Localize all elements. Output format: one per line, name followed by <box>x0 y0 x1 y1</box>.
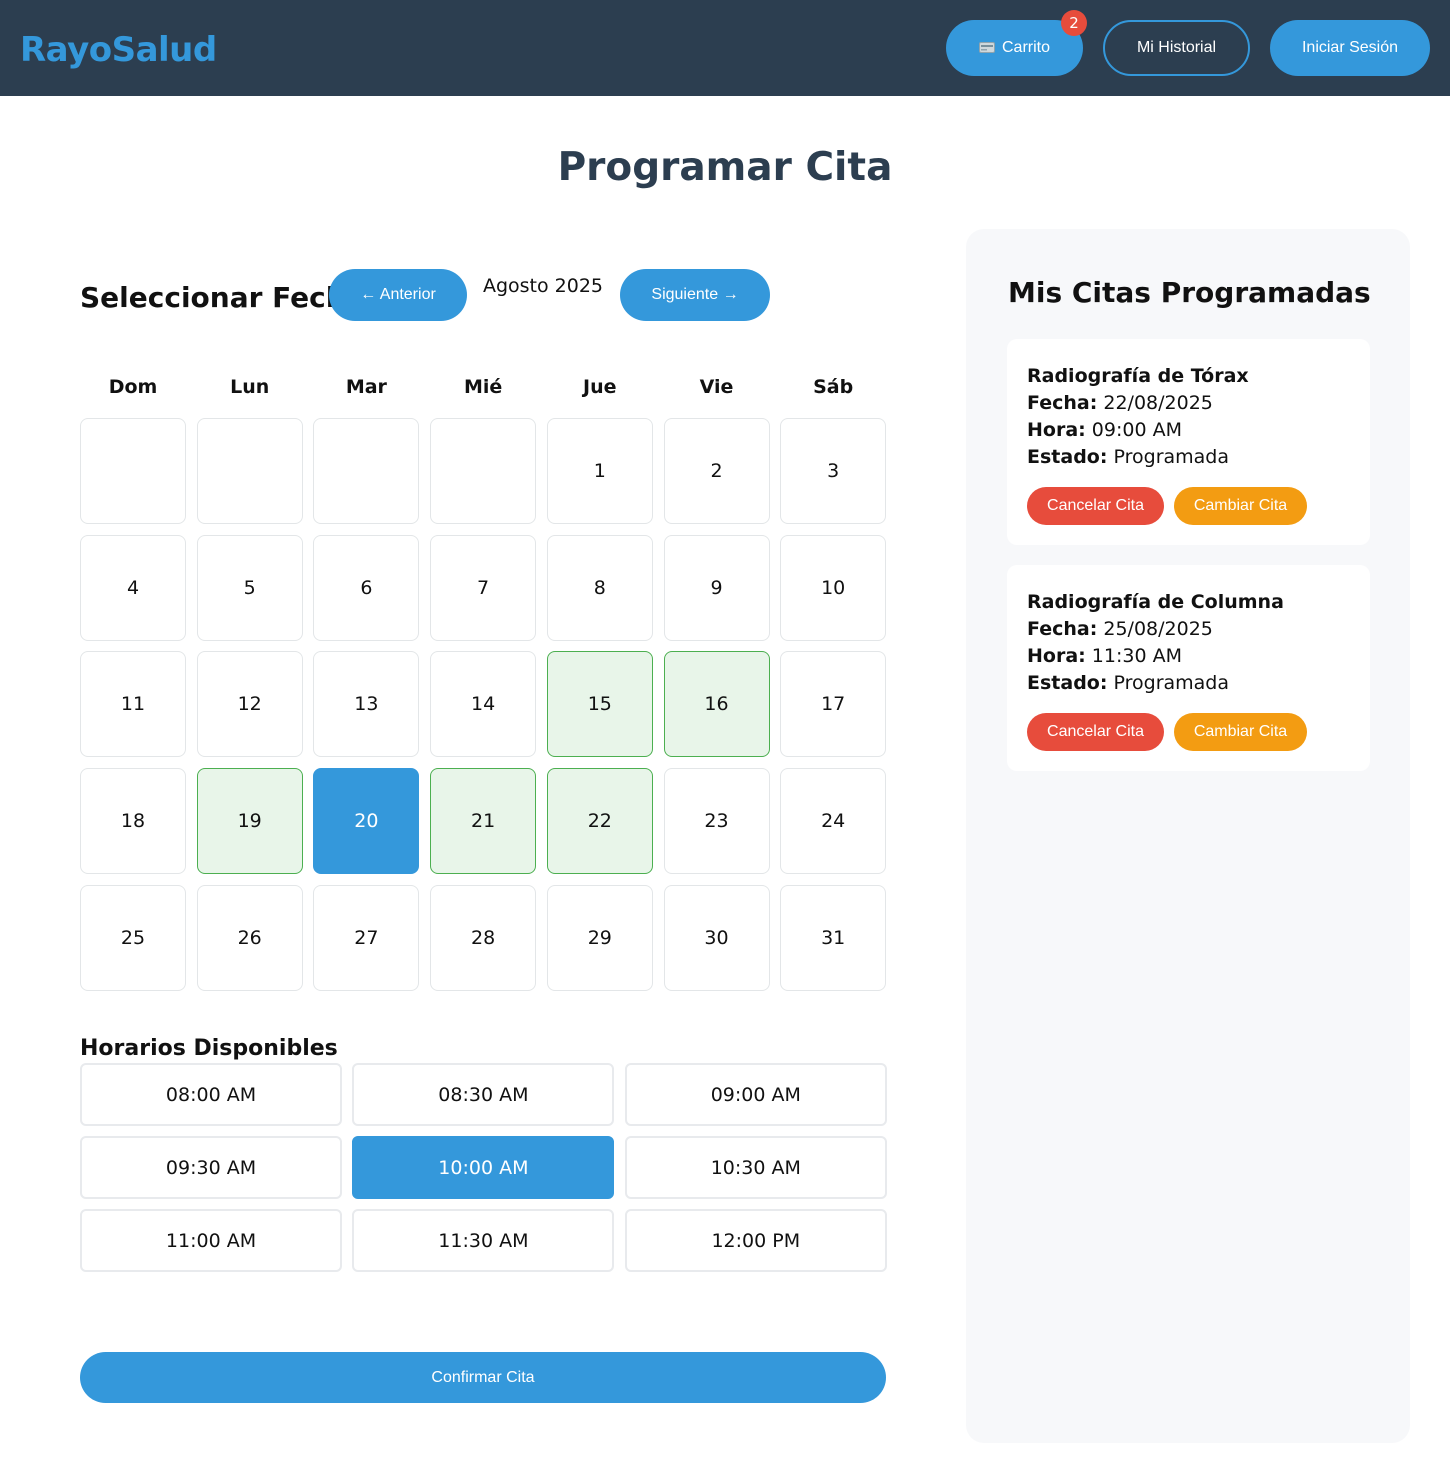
cancel-appointment-button[interactable]: Cancelar Cita <box>1027 487 1164 525</box>
calendar-day[interactable]: 12 <box>196 651 303 758</box>
weekday-header: Jue <box>583 376 617 398</box>
weekday-header: Dom <box>108 376 158 398</box>
calendar-day[interactable]: 8 <box>546 534 653 641</box>
month-label: Agosto 2025 <box>482 275 604 297</box>
history-button[interactable]: Mi Historial <box>1103 20 1250 76</box>
cart-label: Carrito <box>1001 39 1050 56</box>
appointments-panel-title: Mis Citas Programadas <box>1008 276 1371 309</box>
calendar-day[interactable]: 7 <box>430 534 537 641</box>
time-slot[interactable]: 10:30 AM <box>624 1136 887 1199</box>
appointment-date: Fecha: 22/08/2025 <box>1027 392 1213 414</box>
confirm-appointment-button[interactable]: Confirmar Cita <box>80 1352 886 1403</box>
appointment-status: Estado: Programada <box>1027 446 1230 468</box>
appointment-name: Radiografía de Tórax <box>1027 365 1249 387</box>
top-navbar: RayoSalud Carrito 2 Mi Historial Iniciar… <box>0 0 1450 96</box>
calendar-day[interactable]: 16 <box>663 651 770 758</box>
calendar-empty-cell <box>196 418 303 524</box>
calendar-day[interactable]: 3 <box>780 418 887 524</box>
time-slot[interactable]: 12:00 PM <box>624 1209 887 1272</box>
time-slot[interactable]: 09:00 AM <box>624 1063 887 1126</box>
time-slots-title: Horarios Disponibles <box>80 1036 338 1061</box>
calendar-day[interactable]: 24 <box>780 768 887 875</box>
change-appointment-button[interactable]: Cambiar Cita <box>1174 713 1307 751</box>
calendar-day[interactable]: 28 <box>430 884 537 991</box>
calendar-day[interactable]: 30 <box>663 884 770 991</box>
calendar-day[interactable]: 1 <box>546 418 653 524</box>
cart-button[interactable]: Carrito 2 <box>946 10 1087 76</box>
calendar-day[interactable]: 31 <box>780 884 887 991</box>
time-slot[interactable]: 10:00 AM <box>352 1136 615 1199</box>
calendar-day[interactable]: 29 <box>546 884 653 991</box>
change-appointment-button[interactable]: Cambiar Cita <box>1174 487 1307 525</box>
calendar-day[interactable]: 20 <box>313 768 420 875</box>
time-slot[interactable]: 09:30 AM <box>80 1136 342 1199</box>
time-slot[interactable]: 11:30 AM <box>352 1209 615 1272</box>
appointment-card: Radiografía de Tórax Fecha: 22/08/2025 H… <box>1007 339 1370 545</box>
weekday-header: Mar <box>345 376 387 398</box>
cancel-appointment-button[interactable]: Cancelar Cita <box>1027 713 1164 751</box>
calendar-day[interactable]: 9 <box>663 534 770 641</box>
calendar-day[interactable]: 5 <box>196 534 303 641</box>
calendar-day[interactable]: 17 <box>780 651 887 758</box>
calendar-day[interactable]: 2 <box>663 418 770 524</box>
login-button[interactable]: Iniciar Sesión <box>1270 20 1430 76</box>
cart-count-badge: 2 <box>1061 10 1087 36</box>
calendar-section-title: Seleccionar Fecha <box>80 281 365 314</box>
next-month-button[interactable]: Siguiente → <box>620 269 770 321</box>
calendar-day[interactable]: 6 <box>313 534 420 641</box>
calendar-day[interactable]: 15 <box>546 651 653 758</box>
time-slot[interactable]: 08:00 AM <box>80 1063 342 1126</box>
calendar-day[interactable]: 13 <box>313 651 420 758</box>
appointment-time: Hora: 09:00 AM <box>1027 419 1182 441</box>
calendar-day[interactable]: 10 <box>780 534 887 641</box>
calendar-day[interactable]: 4 <box>80 534 186 641</box>
calendar-day[interactable]: 26 <box>196 884 303 991</box>
time-slot[interactable]: 11:00 AM <box>80 1209 342 1272</box>
calendar-empty-cell <box>430 418 537 524</box>
calendar-day[interactable]: 22 <box>546 768 653 875</box>
time-slot[interactable]: 08:30 AM <box>352 1063 615 1126</box>
calendar-day[interactable]: 19 <box>196 768 303 875</box>
cart-icon <box>978 41 995 53</box>
page-title: Programar Cita <box>557 145 893 190</box>
weekday-header: Lun <box>230 376 270 398</box>
calendar-day[interactable]: 18 <box>80 768 186 875</box>
calendar-day[interactable]: 11 <box>80 651 186 758</box>
appointment-time: Hora: 11:30 AM <box>1027 645 1182 667</box>
calendar-empty-cell <box>313 418 420 524</box>
weekday-header: Sáb <box>813 376 854 398</box>
weekday-header: Vie <box>699 376 734 398</box>
weekday-header: Mié <box>463 376 503 398</box>
calendar-day[interactable]: 23 <box>663 768 770 875</box>
calendar-day[interactable]: 27 <box>313 884 420 991</box>
calendar-day[interactable]: 25 <box>80 884 186 991</box>
appointment-date: Fecha: 25/08/2025 <box>1027 618 1213 640</box>
appointment-name: Radiografía de Columna <box>1027 591 1284 613</box>
calendar-empty-cell <box>80 418 186 524</box>
previous-month-button[interactable]: ← Anterior <box>329 269 467 321</box>
logo[interactable]: RayoSalud <box>20 30 217 70</box>
appointment-card: Radiografía de Columna Fecha: 25/08/2025… <box>1007 565 1370 771</box>
calendar-day[interactable]: 14 <box>430 651 537 758</box>
calendar-day[interactable]: 21 <box>430 768 537 875</box>
appointment-status: Estado: Programada <box>1027 672 1230 694</box>
